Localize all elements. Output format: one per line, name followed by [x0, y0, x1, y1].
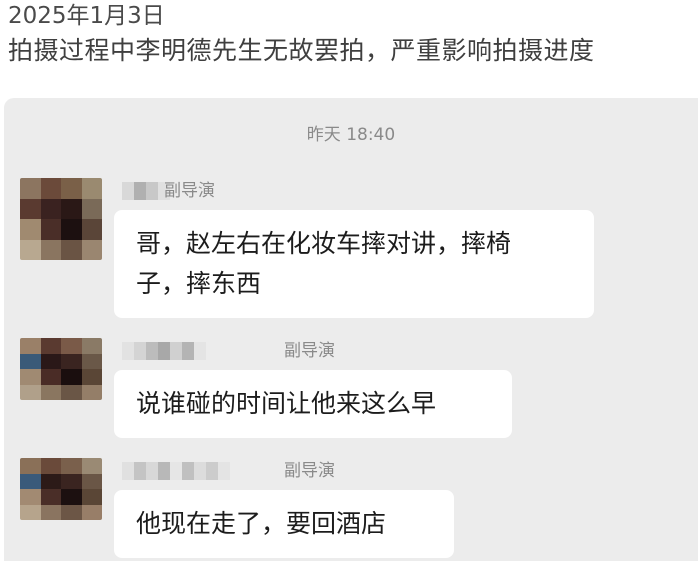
blurred-avatar[interactable]	[20, 458, 102, 520]
sender-name-blurred	[122, 180, 170, 202]
sender-role: 副导演	[164, 181, 215, 201]
post-caption: 2025年1月3日 拍摄过程中李明德先生无故罢拍，严重影响拍摄进度	[8, 0, 694, 70]
sender-role: 副导演	[284, 461, 335, 481]
message-line: 他现在走了，要回酒店	[136, 509, 387, 538]
message-bubble[interactable]: 说谁碰的时间让他来这么早	[114, 370, 512, 438]
sender-name-blurred	[122, 460, 230, 482]
chat-timestamp: 昨天 18:40	[306, 125, 396, 145]
sender-name-blurred	[122, 340, 206, 362]
message-bubble[interactable]: 他现在走了，要回酒店	[114, 490, 454, 558]
blurred-avatar[interactable]	[20, 338, 102, 400]
chat-screenshot: 昨天 18:40 副导演 哥，赵左右在化妆车摔对讲，摔椅 子，摔东西 副导演 说…	[4, 98, 698, 561]
post-date: 2025年1月3日	[8, 3, 165, 29]
post-text: 拍摄过程中李明德先生无故罢拍，严重影响拍摄进度	[8, 36, 595, 65]
message-line: 子，摔东西	[136, 269, 262, 298]
message-bubble[interactable]: 哥，赵左右在化妆车摔对讲，摔椅 子，摔东西	[114, 210, 594, 318]
message-line: 哥，赵左右在化妆车摔对讲，摔椅	[136, 229, 512, 258]
message-line: 说谁碰的时间让他来这么早	[136, 389, 437, 418]
sender-role: 副导演	[284, 341, 335, 361]
blurred-avatar[interactable]	[20, 178, 102, 260]
